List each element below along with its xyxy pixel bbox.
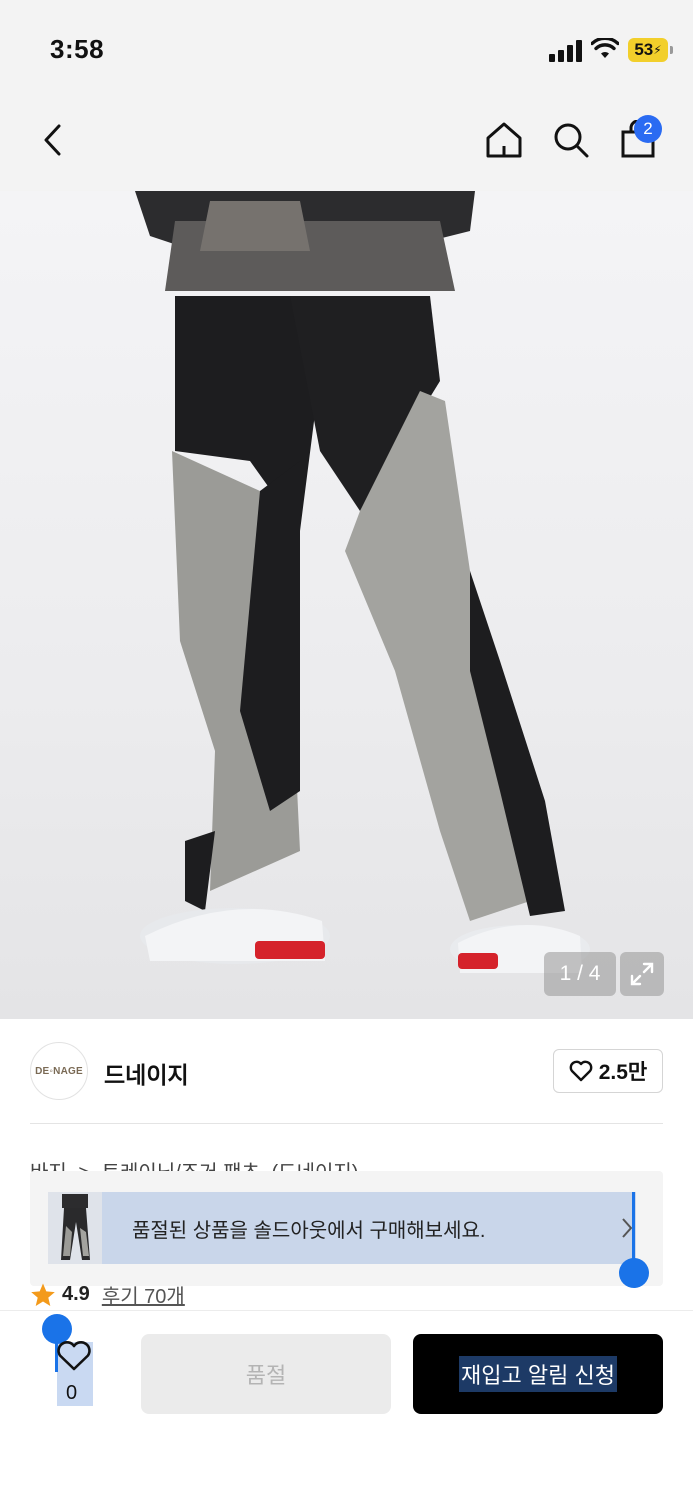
wishlist-count: 0 bbox=[66, 1382, 78, 1404]
home-button[interactable] bbox=[481, 117, 527, 163]
soldout-banner[interactable]: 품절된 상품을 솔드아웃에서 구매해보세요. bbox=[48, 1192, 636, 1264]
wifi-icon bbox=[591, 38, 619, 58]
restock-alert-label: 재입고 알림 신청 bbox=[459, 1356, 617, 1392]
restock-alert-button[interactable]: 재입고 알림 신청 bbox=[413, 1334, 663, 1414]
banner-thumbnail bbox=[48, 1192, 102, 1264]
rating-row: 4.9 후기 70개 bbox=[30, 1280, 185, 1309]
brand-name[interactable]: 드네이지 bbox=[104, 1056, 189, 1090]
bottom-bar-divider bbox=[0, 1310, 693, 1311]
product-image[interactable] bbox=[0, 191, 693, 1019]
expand-icon bbox=[630, 962, 654, 986]
rating-score: 4.9 bbox=[62, 1283, 90, 1305]
image-counter: 1 / 4 bbox=[544, 952, 616, 996]
cart-count-badge: 2 bbox=[634, 115, 662, 143]
star-icon bbox=[31, 1283, 55, 1306]
heart-icon bbox=[569, 1060, 593, 1082]
soldout-button: 품절 bbox=[141, 1334, 391, 1414]
brand-like-count: 2.5만 bbox=[598, 1061, 648, 1084]
back-button[interactable] bbox=[30, 117, 76, 163]
battery-icon: 53 ⚡ bbox=[628, 38, 668, 62]
selection-handle[interactable] bbox=[619, 1258, 649, 1288]
divider bbox=[30, 1123, 663, 1124]
reviews-link[interactable]: 후기 70개 bbox=[102, 1280, 185, 1309]
battery-level: 53 bbox=[634, 40, 654, 59]
expand-image-button[interactable] bbox=[620, 952, 664, 996]
brand-like-button[interactable]: 2.5만 bbox=[553, 1049, 663, 1093]
product-photo bbox=[135, 191, 590, 973]
search-button[interactable] bbox=[548, 117, 594, 163]
status-bar: 3:58 53 ⚡ bbox=[0, 0, 693, 95]
cellular-signal-icon bbox=[549, 40, 583, 62]
battery-cap bbox=[670, 46, 673, 54]
home-icon bbox=[486, 122, 522, 158]
heart-icon bbox=[57, 1341, 91, 1371]
chevron-left-icon bbox=[44, 124, 61, 156]
top-navigation bbox=[0, 95, 693, 191]
status-time: 3:58 bbox=[50, 34, 105, 64]
banner-text: 품절된 상품을 솔드아웃에서 구매해보세요. bbox=[132, 1219, 486, 1242]
search-icon bbox=[554, 123, 589, 158]
brand-logo[interactable]: DE◦NAGE bbox=[30, 1042, 88, 1100]
